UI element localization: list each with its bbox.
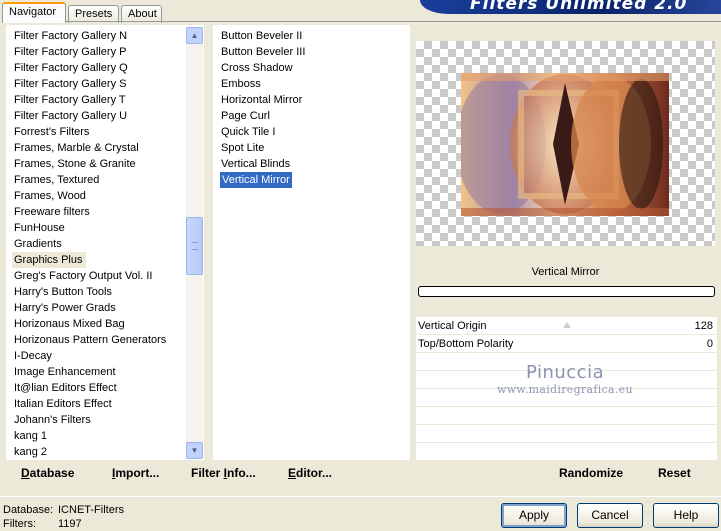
category-item[interactable]: Filter Factory Gallery P [14,44,126,60]
category-item[interactable]: Gradients [14,236,62,252]
category-item[interactable]: Johann's Filters [14,412,91,428]
filter-item[interactable]: Cross Shadow [221,60,293,76]
category-item[interactable]: It@lian Editors Effect [14,380,117,396]
filter-info-button[interactable]: Filter Info... [191,466,256,480]
filter-list[interactable]: Button Beveler II Button Beveler III Cross… [213,25,410,460]
chevron-up-icon: ▲ [190,31,199,40]
watermark-name: Pinuccia [526,362,605,383]
category-item[interactable]: Greg's Factory Output Vol. II [14,268,152,284]
param-slot-empty [416,443,717,461]
filter-item[interactable]: Vertical Blinds [221,156,290,172]
randomize-button[interactable]: Randomize [559,466,623,480]
filter-item[interactable]: Emboss [221,76,261,92]
import-button[interactable]: Import... [112,466,159,480]
category-item[interactable]: Filter Factory Gallery N [14,28,127,44]
filter-item[interactable]: Button Beveler III [221,44,305,60]
database-value: ICNET-Filters [58,504,124,516]
selected-filter-name: Vertical Mirror [531,266,600,278]
database-button[interactable]: Database [21,466,74,480]
cancel-button[interactable]: Cancel [577,503,643,528]
category-item[interactable]: I-Decay [14,348,52,364]
category-item[interactable]: Harry's Power Grads [14,300,116,316]
filters-count-label: Filters: [3,518,36,530]
scroll-down-button[interactable]: ▼ [186,442,203,459]
category-item[interactable]: Image Enhancement [14,364,116,380]
category-list[interactable]: Filter Factory Gallery N Filter Factory G… [6,25,204,460]
category-item[interactable]: Filter Factory Gallery T [14,92,126,108]
slider-marker-icon [563,322,571,328]
filter-item[interactable]: Spot Lite [221,140,264,156]
progress-bar [418,286,715,297]
filters-count-value: 1197 [58,518,82,530]
filter-item[interactable]: Horizontal Mirror [221,92,302,108]
category-item[interactable]: kang 2 [14,444,47,460]
app-title-banner: Filters Unlimited 2.0 [420,0,721,14]
filter-item[interactable]: Page Curl [221,108,270,124]
apply-button[interactable]: Apply [501,503,567,528]
category-item[interactable]: Frames, Textured [14,172,99,188]
app-title: Filters Unlimited 2.0 [470,0,688,14]
tab-navigator[interactable]: Navigator [2,2,66,23]
scroll-up-button[interactable]: ▲ [186,27,203,44]
status-info: Database: ICNET-Filters Filters: 1197 [3,503,124,531]
reset-button[interactable]: Reset [658,466,691,480]
chevron-down-icon: ▼ [190,446,199,455]
param-value: 0 [706,338,713,350]
filter-item[interactable]: Vertical Mirror [220,172,292,188]
category-item[interactable]: Horizonaus Pattern Generators [14,332,166,348]
database-label: Database: [3,504,54,516]
param-slider-top-bottom-polarity[interactable]: Top/Bottom Polarity 0 [416,335,717,353]
divider [0,496,721,497]
param-value: 128 [694,320,713,332]
preview-canvas [416,41,715,246]
filter-item[interactable]: Quick Tile I [221,124,275,140]
category-item[interactable]: Filter Factory Gallery U [14,108,127,124]
editor-button[interactable]: Editor... [288,466,332,480]
category-item[interactable]: kang 1 [14,428,47,444]
category-item[interactable]: FunHouse [14,220,65,236]
category-item[interactable]: Freeware filters [14,204,90,220]
category-item[interactable]: Horizonaus Mixed Bag [14,316,125,332]
category-item[interactable]: Forrest's Filters [14,124,89,140]
preview-image [461,73,669,216]
category-item[interactable]: Frames, Wood [14,188,86,204]
scroll-thumb[interactable] [186,217,203,275]
category-item[interactable]: Filter Factory Gallery S [14,76,126,92]
param-slot-empty [416,407,717,425]
param-slot-empty [416,425,717,443]
category-item[interactable]: Italian Editors Effect [14,396,112,412]
category-item[interactable]: Frames, Stone & Granite [14,156,136,172]
param-label: Top/Bottom Polarity [418,338,514,350]
filter-item[interactable]: Button Beveler II [221,28,302,44]
help-button[interactable]: Help [653,503,719,528]
category-item[interactable]: Graphics Plus [12,252,87,268]
category-item[interactable]: Harry's Button Tools [14,284,112,300]
watermark-url: www.maidiregrafica.eu [497,383,633,396]
category-scrollbar[interactable]: ▲ ▼ [186,27,203,459]
category-item[interactable]: Frames, Marble & Crystal [14,140,139,156]
param-label: Vertical Origin [418,320,487,332]
category-item[interactable]: Filter Factory Gallery Q [14,60,128,76]
